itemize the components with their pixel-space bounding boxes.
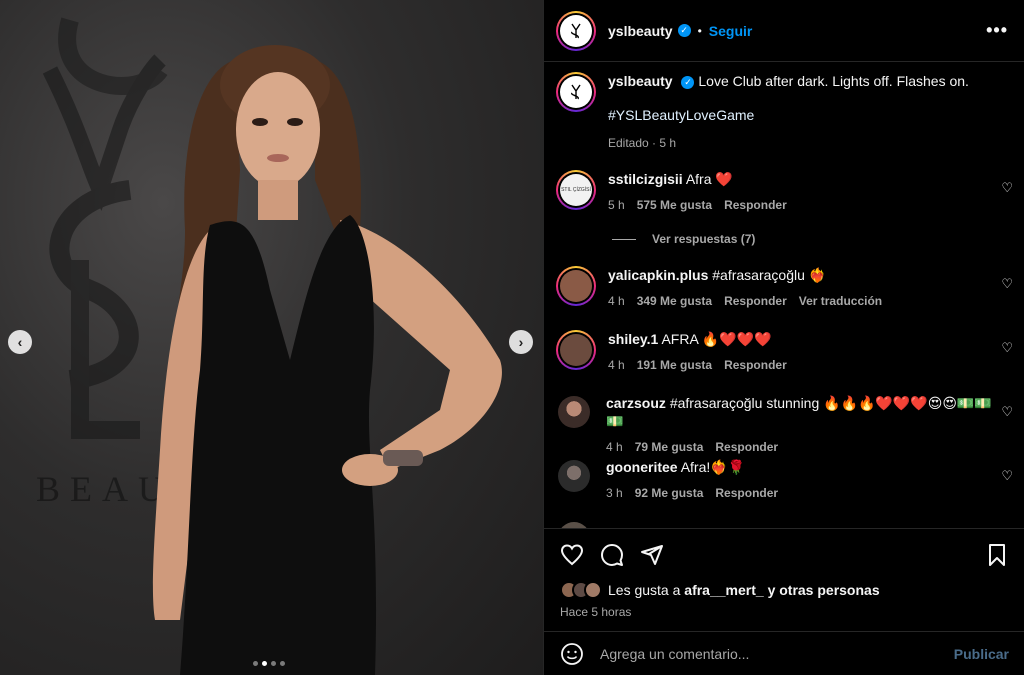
comment-bubble-icon[interactable] [600, 543, 624, 567]
model-figure [152, 45, 502, 675]
reply-button[interactable]: Responder [724, 292, 787, 310]
comment-time: 4 h [606, 440, 623, 454]
heart-icon[interactable]: ♡ [1001, 276, 1013, 292]
heart-icon[interactable]: ♡ [1001, 180, 1013, 196]
liker-avatars [560, 581, 602, 599]
header-username[interactable]: yslbeauty [608, 23, 673, 39]
verified-badge-icon: ✓ [681, 75, 695, 89]
carousel-prev-button[interactable]: ‹ [8, 330, 32, 354]
heart-icon[interactable]: ♡ [1001, 340, 1013, 356]
carousel-dot-active [262, 661, 267, 666]
comment-text: #afrasaraçoğlu ❤️‍🔥 [712, 267, 827, 283]
carousel-dot [271, 661, 276, 666]
comment-time: 5 h [608, 198, 625, 212]
reply-button[interactable]: Responder [724, 356, 787, 374]
comment-likes[interactable]: 575 Me gusta [637, 196, 712, 214]
reply-button[interactable]: Responder [715, 438, 778, 456]
comment-time: 3 h [606, 486, 623, 500]
avatar[interactable] [556, 330, 596, 370]
comment-username[interactable]: yalicapkin.plus [608, 267, 708, 283]
avatar[interactable] [558, 460, 590, 492]
comment-item: gooneritee Afra!❤️‍🔥🌹 3 h 92 Me gusta Re… [544, 458, 1024, 502]
emoji-icon[interactable] [560, 642, 584, 666]
comment-likes[interactable]: 79 Me gusta [635, 438, 704, 456]
post-side-panel: yslbeauty ✓ • Seguir ••• yslbeauty ✓ Lov… [543, 0, 1024, 675]
likes-user-link[interactable]: afra__mert_ [684, 582, 763, 598]
replies-line [612, 238, 636, 240]
caption-hashtag[interactable]: #YSLBeautyLoveGame [608, 106, 969, 124]
avatar[interactable] [556, 72, 596, 112]
avatar[interactable] [556, 266, 596, 306]
post-actions: Les gusta a afra__mert_ y otras personas… [544, 528, 1024, 619]
comment-username[interactable]: gooneritee [606, 459, 678, 475]
comment-item: shiley.1 AFRA 🔥❤️❤️❤️ 4 h 191 Me gusta R… [544, 330, 1024, 374]
comment-username[interactable]: shiley.1 [608, 331, 658, 347]
post-caption: yslbeauty ✓ Love Club after dark. Lights… [544, 62, 1024, 152]
see-translation-button[interactable]: Ver traducción [799, 292, 882, 310]
likes-summary: Les gusta a afra__mert_ y otras personas [560, 581, 1009, 599]
post-time: Hace 5 horas [560, 605, 632, 619]
post-photo[interactable]: BEAUT ‹ › [0, 0, 543, 675]
comment-item-partial [544, 520, 1024, 528]
publish-button[interactable]: Publicar [954, 646, 1009, 662]
comment-time: 4 h [608, 294, 625, 308]
caption-username[interactable]: yslbeauty [608, 73, 673, 89]
post-header: yslbeauty ✓ • Seguir ••• [544, 0, 1024, 62]
ysl-logo-icon [571, 84, 581, 100]
avatar[interactable] [556, 10, 596, 51]
comment-likes[interactable]: 92 Me gusta [635, 484, 704, 502]
carousel-indicator [253, 661, 285, 666]
heart-icon[interactable]: ♡ [1001, 404, 1013, 420]
comment-username[interactable]: carzsouz [606, 395, 666, 411]
comment-text: Afra!❤️‍🔥🌹 [680, 459, 746, 475]
comments-list[interactable]: yslbeauty ✓ Love Club after dark. Lights… [544, 62, 1024, 528]
ysl-logo-icon [571, 23, 581, 38]
comment-text: AFRA 🔥❤️❤️❤️ [661, 331, 772, 347]
caption-meta: Editado · 5 h [608, 136, 677, 150]
add-comment-bar: Publicar [544, 631, 1024, 675]
carousel-dot [253, 661, 258, 666]
header-separator: • [697, 23, 702, 38]
likes-prefix: Les gusta a [608, 582, 681, 598]
carousel-next-button[interactable]: › [509, 330, 533, 354]
comment-item: carzsouz #afrasaraçoğlu stunning 🔥🔥🔥❤️❤️… [544, 394, 1024, 456]
view-replies-label: Ver respuestas (7) [652, 232, 756, 246]
comment-item: STIL ÇİZGİSİ sstilcizgisii Afra ❤️ 5 h 5… [544, 170, 1024, 214]
verified-badge-icon: ✓ [677, 24, 691, 37]
avatar[interactable]: STIL ÇİZGİSİ [556, 170, 596, 210]
comment-text: Afra ❤️ [685, 171, 733, 187]
comment-input[interactable] [600, 645, 954, 662]
share-send-icon[interactable] [640, 543, 664, 567]
comment-likes[interactable]: 191 Me gusta [637, 356, 712, 374]
avatar[interactable] [558, 396, 590, 428]
carousel-dot [280, 661, 285, 666]
likes-others-link[interactable]: y otras personas [768, 582, 880, 598]
comment-username[interactable]: sstilcizgisii [608, 171, 683, 187]
avatar [584, 581, 602, 599]
reply-button[interactable]: Responder [715, 484, 778, 502]
like-heart-icon[interactable] [560, 543, 584, 567]
comment-item: yalicapkin.plus #afrasaraçoğlu ❤️‍🔥 4 h … [544, 266, 1024, 310]
save-bookmark-icon[interactable] [985, 543, 1009, 567]
heart-icon[interactable]: ♡ [1001, 468, 1013, 484]
more-options-icon[interactable]: ••• [986, 20, 1008, 41]
caption-text: Love Club after dark. Lights off. Flashe… [698, 73, 969, 89]
reply-button[interactable]: Responder [724, 196, 787, 214]
follow-button[interactable]: Seguir [709, 23, 753, 39]
comment-likes[interactable]: 349 Me gusta [637, 292, 712, 310]
view-replies-button[interactable]: Ver respuestas (7) [612, 232, 755, 246]
comment-time: 4 h [608, 358, 625, 372]
